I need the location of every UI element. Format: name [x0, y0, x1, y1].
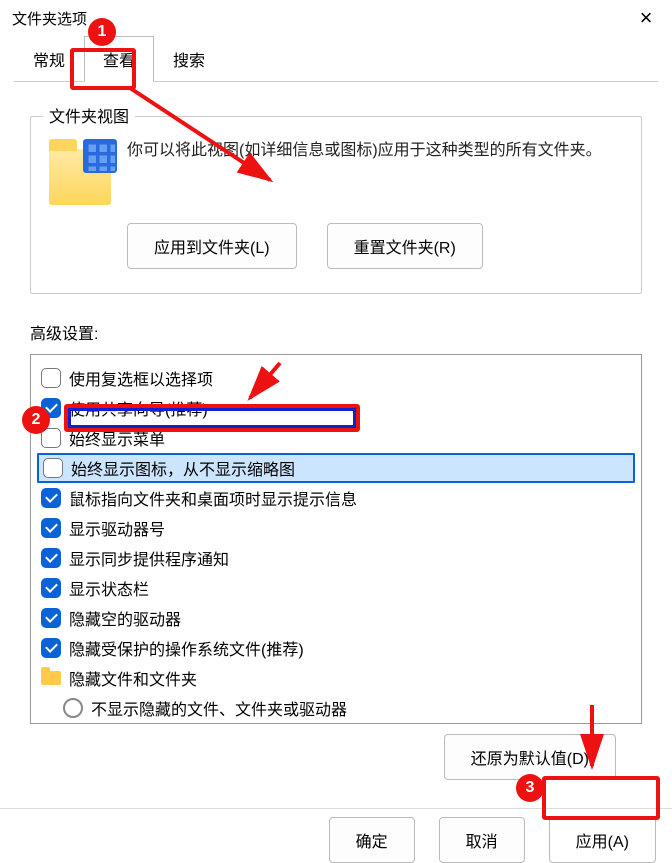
- advanced-item-10[interactable]: 隐藏文件和文件夹: [37, 663, 635, 693]
- advanced-item-8[interactable]: 隐藏空的驱动器: [37, 603, 635, 633]
- advanced-item-label: 使用复选框以选择项: [69, 366, 213, 390]
- apply-button[interactable]: 应用(A): [549, 817, 656, 863]
- tab-view[interactable]: 查看: [84, 36, 154, 82]
- checkbox[interactable]: [43, 458, 63, 478]
- advanced-item-9[interactable]: 隐藏受保护的操作系统文件(推荐): [37, 633, 635, 663]
- checkbox[interactable]: [41, 368, 61, 388]
- reset-folders-button[interactable]: 重置文件夹(R): [327, 223, 483, 269]
- advanced-settings-label: 高级设置:: [30, 320, 642, 344]
- advanced-item-11[interactable]: 不显示隐藏的文件、文件夹或驱动器: [37, 693, 635, 723]
- checkbox[interactable]: [41, 428, 61, 448]
- folder-icon: [41, 671, 61, 685]
- apply-to-folders-button[interactable]: 应用到文件夹(L): [127, 223, 297, 269]
- checkbox[interactable]: [41, 548, 61, 568]
- checkbox[interactable]: [41, 398, 61, 418]
- checkbox[interactable]: [41, 608, 61, 628]
- radio[interactable]: [63, 698, 83, 718]
- advanced-item-label: 使用共享向导(推荐): [69, 396, 208, 420]
- advanced-item-label: 隐藏文件和文件夹: [69, 666, 197, 690]
- advanced-item-label: 鼠标指向文件夹和桌面项时显示提示信息: [69, 486, 357, 510]
- checkbox[interactable]: [41, 638, 61, 658]
- cancel-button[interactable]: 取消: [439, 817, 525, 863]
- folder-views-desc: 你可以将此视图(如详细信息或图标)应用于这种类型的所有文件夹。: [127, 139, 602, 163]
- tab-general[interactable]: 常规: [14, 36, 84, 82]
- advanced-item-4[interactable]: 鼠标指向文件夹和桌面项时显示提示信息: [37, 483, 635, 513]
- folder-views-group: 文件夹视图 你可以将此视图(如详细信息或图标)应用于这种类型的所有文件夹。 应用…: [30, 116, 642, 294]
- advanced-item-12[interactable]: 显示隐藏的文件、文件夹和驱动器: [37, 723, 635, 724]
- advanced-item-label: 显示驱动器号: [69, 516, 165, 540]
- advanced-item-6[interactable]: 显示同步提供程序通知: [37, 543, 635, 573]
- folder-views-icon: [49, 149, 111, 205]
- advanced-item-label: 始终显示菜单: [69, 426, 165, 450]
- advanced-item-0[interactable]: 使用复选框以选择项: [37, 363, 635, 393]
- advanced-item-2[interactable]: 始终显示菜单: [37, 423, 635, 453]
- advanced-item-1[interactable]: 使用共享向导(推荐): [37, 393, 635, 423]
- advanced-item-label: 不显示隐藏的文件、文件夹或驱动器: [91, 696, 347, 720]
- ok-button[interactable]: 确定: [329, 817, 415, 863]
- advanced-item-label: 显示状态栏: [69, 576, 149, 600]
- advanced-item-5[interactable]: 显示驱动器号: [37, 513, 635, 543]
- advanced-item-label: 始终显示图标，从不显示缩略图: [71, 456, 295, 480]
- checkbox[interactable]: [41, 578, 61, 598]
- advanced-item-7[interactable]: 显示状态栏: [37, 573, 635, 603]
- tabs: 常规 查看 搜索: [0, 36, 672, 82]
- tab-search[interactable]: 搜索: [154, 36, 224, 82]
- checkbox[interactable]: [41, 518, 61, 538]
- advanced-item-label: 显示同步提供程序通知: [69, 546, 229, 570]
- advanced-settings-list[interactable]: 使用复选框以选择项使用共享向导(推荐) 始终显示菜单始终显示图标，从不显示缩略图鼠…: [30, 354, 642, 724]
- advanced-item-label: 隐藏受保护的操作系统文件(推荐): [69, 636, 304, 660]
- advanced-item-label: 隐藏空的驱动器: [69, 606, 181, 630]
- window-title: 文件夹选项: [12, 8, 87, 29]
- close-button[interactable]: ×: [632, 5, 660, 31]
- folder-views-legend: 文件夹视图: [43, 103, 135, 127]
- advanced-item-3[interactable]: 始终显示图标，从不显示缩略图: [37, 453, 635, 483]
- checkbox[interactable]: [41, 488, 61, 508]
- restore-defaults-button[interactable]: 还原为默认值(D): [444, 734, 616, 780]
